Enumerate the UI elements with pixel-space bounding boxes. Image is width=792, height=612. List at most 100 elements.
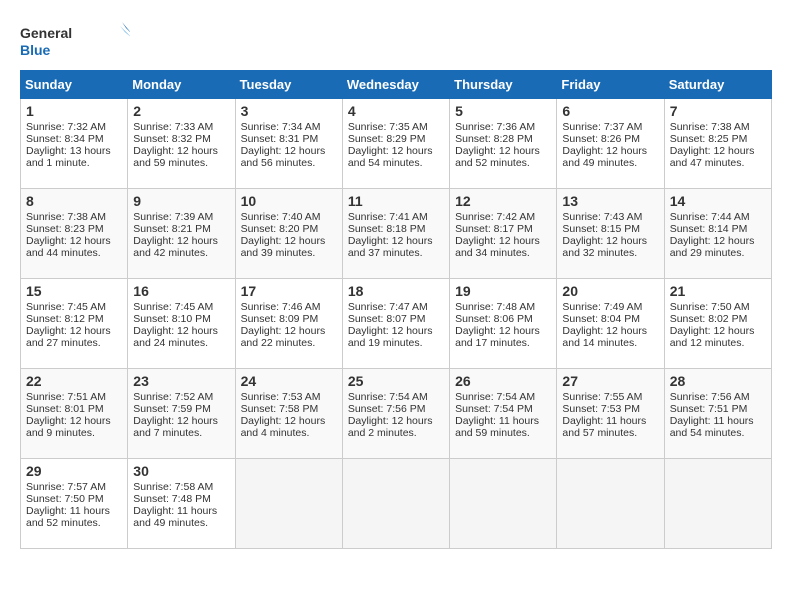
day-number: 15	[26, 283, 122, 299]
daylight: Daylight: 12 hours and 12 minutes.	[670, 325, 755, 349]
sunset: Sunset: 8:14 PM	[670, 223, 748, 235]
sunrise: Sunrise: 7:43 AM	[562, 211, 642, 223]
day-number: 6	[562, 103, 658, 119]
header-saturday: Saturday	[664, 71, 771, 99]
daylight: Daylight: 12 hours and 22 minutes.	[241, 325, 326, 349]
daylight: Daylight: 12 hours and 52 minutes.	[455, 145, 540, 169]
daylight: Daylight: 12 hours and 19 minutes.	[348, 325, 433, 349]
day-number: 5	[455, 103, 551, 119]
calendar-cell: 6Sunrise: 7:37 AMSunset: 8:26 PMDaylight…	[557, 99, 664, 189]
calendar-cell: 25Sunrise: 7:54 AMSunset: 7:56 PMDayligh…	[342, 369, 449, 459]
day-number: 29	[26, 463, 122, 479]
day-number: 22	[26, 373, 122, 389]
sunrise: Sunrise: 7:45 AM	[133, 301, 213, 313]
sunrise: Sunrise: 7:47 AM	[348, 301, 428, 313]
calendar-cell: 24Sunrise: 7:53 AMSunset: 7:58 PMDayligh…	[235, 369, 342, 459]
sunset: Sunset: 8:18 PM	[348, 223, 426, 235]
header-thursday: Thursday	[450, 71, 557, 99]
daylight: Daylight: 12 hours and 24 minutes.	[133, 325, 218, 349]
week-row-5: 29 Sunrise: 7:57 AMSunset: 7:50 PMDayligh…	[21, 459, 772, 549]
day-number: 9	[133, 193, 229, 209]
sunset: Sunset: 7:51 PM	[670, 403, 748, 415]
calendar-cell: 12Sunrise: 7:42 AMSunset: 8:17 PMDayligh…	[450, 189, 557, 279]
daylight: Daylight: 12 hours and 59 minutes.	[133, 145, 218, 169]
sunset: Sunset: 7:50 PM	[26, 493, 104, 505]
calendar-cell: 10Sunrise: 7:40 AMSunset: 8:20 PMDayligh…	[235, 189, 342, 279]
calendar-cell	[450, 459, 557, 549]
calendar-cell: 3Sunrise: 7:34 AMSunset: 8:31 PMDaylight…	[235, 99, 342, 189]
sunrise: Sunrise: 7:58 AM	[133, 481, 213, 493]
sunset: Sunset: 8:23 PM	[26, 223, 104, 235]
daylight: Daylight: 12 hours and 34 minutes.	[455, 235, 540, 259]
calendar-cell	[664, 459, 771, 549]
week-row-3: 15Sunrise: 7:45 AMSunset: 8:12 PMDayligh…	[21, 279, 772, 369]
sunrise: Sunrise: 7:42 AM	[455, 211, 535, 223]
daylight: Daylight: 12 hours and 44 minutes.	[26, 235, 111, 259]
sunset: Sunset: 8:15 PM	[562, 223, 640, 235]
calendar-cell: 15Sunrise: 7:45 AMSunset: 8:12 PMDayligh…	[21, 279, 128, 369]
sunrise: Sunrise: 7:48 AM	[455, 301, 535, 313]
sunrise: Sunrise: 7:38 AM	[26, 211, 106, 223]
sunset: Sunset: 8:25 PM	[670, 133, 748, 145]
sunset: Sunset: 8:26 PM	[562, 133, 640, 145]
sunrise: Sunrise: 7:54 AM	[455, 391, 535, 403]
day-number: 1	[26, 103, 122, 119]
sunrise: Sunrise: 7:55 AM	[562, 391, 642, 403]
sunrise: Sunrise: 7:35 AM	[348, 121, 428, 133]
calendar-cell: 1Sunrise: 7:32 AMSunset: 8:34 PMDaylight…	[21, 99, 128, 189]
daylight: Daylight: 12 hours and 7 minutes.	[133, 415, 218, 439]
sunrise: Sunrise: 7:51 AM	[26, 391, 106, 403]
day-number: 18	[348, 283, 444, 299]
calendar-cell: 29 Sunrise: 7:57 AMSunset: 7:50 PMDayligh…	[21, 459, 128, 549]
daylight: Daylight: 12 hours and 2 minutes.	[348, 415, 433, 439]
header-friday: Friday	[557, 71, 664, 99]
sunset: Sunset: 8:06 PM	[455, 313, 533, 325]
svg-text:General: General	[20, 25, 72, 41]
header-sunday: Sunday	[21, 71, 128, 99]
sunset: Sunset: 8:02 PM	[670, 313, 748, 325]
calendar-cell	[235, 459, 342, 549]
sunrise: Sunrise: 7:56 AM	[670, 391, 750, 403]
calendar-cell: 11Sunrise: 7:41 AMSunset: 8:18 PMDayligh…	[342, 189, 449, 279]
calendar-cell: 22Sunrise: 7:51 AMSunset: 8:01 PMDayligh…	[21, 369, 128, 459]
sunrise: Sunrise: 7:39 AM	[133, 211, 213, 223]
daylight: Daylight: 12 hours and 37 minutes.	[348, 235, 433, 259]
sunset: Sunset: 8:28 PM	[455, 133, 533, 145]
calendar-cell: 13Sunrise: 7:43 AMSunset: 8:15 PMDayligh…	[557, 189, 664, 279]
daylight: Daylight: 12 hours and 9 minutes.	[26, 415, 111, 439]
sunrise: Sunrise: 7:33 AM	[133, 121, 213, 133]
daylight: Daylight: 12 hours and 4 minutes.	[241, 415, 326, 439]
daylight: Daylight: 12 hours and 47 minutes.	[670, 145, 755, 169]
day-number: 28	[670, 373, 766, 389]
calendar-cell: 7Sunrise: 7:38 AMSunset: 8:25 PMDaylight…	[664, 99, 771, 189]
calendar-cell: 18Sunrise: 7:47 AMSunset: 8:07 PMDayligh…	[342, 279, 449, 369]
sunset: Sunset: 7:59 PM	[133, 403, 211, 415]
sunrise: Sunrise: 7:57 AM	[26, 481, 106, 493]
header-monday: Monday	[128, 71, 235, 99]
calendar-cell: 17Sunrise: 7:46 AMSunset: 8:09 PMDayligh…	[235, 279, 342, 369]
day-number: 21	[670, 283, 766, 299]
day-number: 2	[133, 103, 229, 119]
sunrise: Sunrise: 7:50 AM	[670, 301, 750, 313]
day-number: 8	[26, 193, 122, 209]
day-number: 25	[348, 373, 444, 389]
sunrise: Sunrise: 7:32 AM	[26, 121, 106, 133]
calendar-cell: 27Sunrise: 7:55 AMSunset: 7:53 PMDayligh…	[557, 369, 664, 459]
day-number: 26	[455, 373, 551, 389]
daylight: Daylight: 11 hours and 57 minutes.	[562, 415, 646, 439]
sunset: Sunset: 7:56 PM	[348, 403, 426, 415]
day-number: 10	[241, 193, 337, 209]
sunset: Sunset: 8:17 PM	[455, 223, 533, 235]
sunrise: Sunrise: 7:49 AM	[562, 301, 642, 313]
sunset: Sunset: 7:48 PM	[133, 493, 211, 505]
calendar-cell	[557, 459, 664, 549]
daylight: Daylight: 11 hours and 54 minutes.	[670, 415, 754, 439]
calendar-cell: 21 Sunrise: 7:50 AMSunset: 8:02 PMDayligh…	[664, 279, 771, 369]
daylight: Daylight: 11 hours and 52 minutes.	[26, 505, 110, 529]
day-number: 13	[562, 193, 658, 209]
sunrise: Sunrise: 7:52 AM	[133, 391, 213, 403]
sunrise: Sunrise: 7:36 AM	[455, 121, 535, 133]
sunrise: Sunrise: 7:40 AM	[241, 211, 321, 223]
calendar-cell: 2Sunrise: 7:33 AMSunset: 8:32 PMDaylight…	[128, 99, 235, 189]
header-tuesday: Tuesday	[235, 71, 342, 99]
